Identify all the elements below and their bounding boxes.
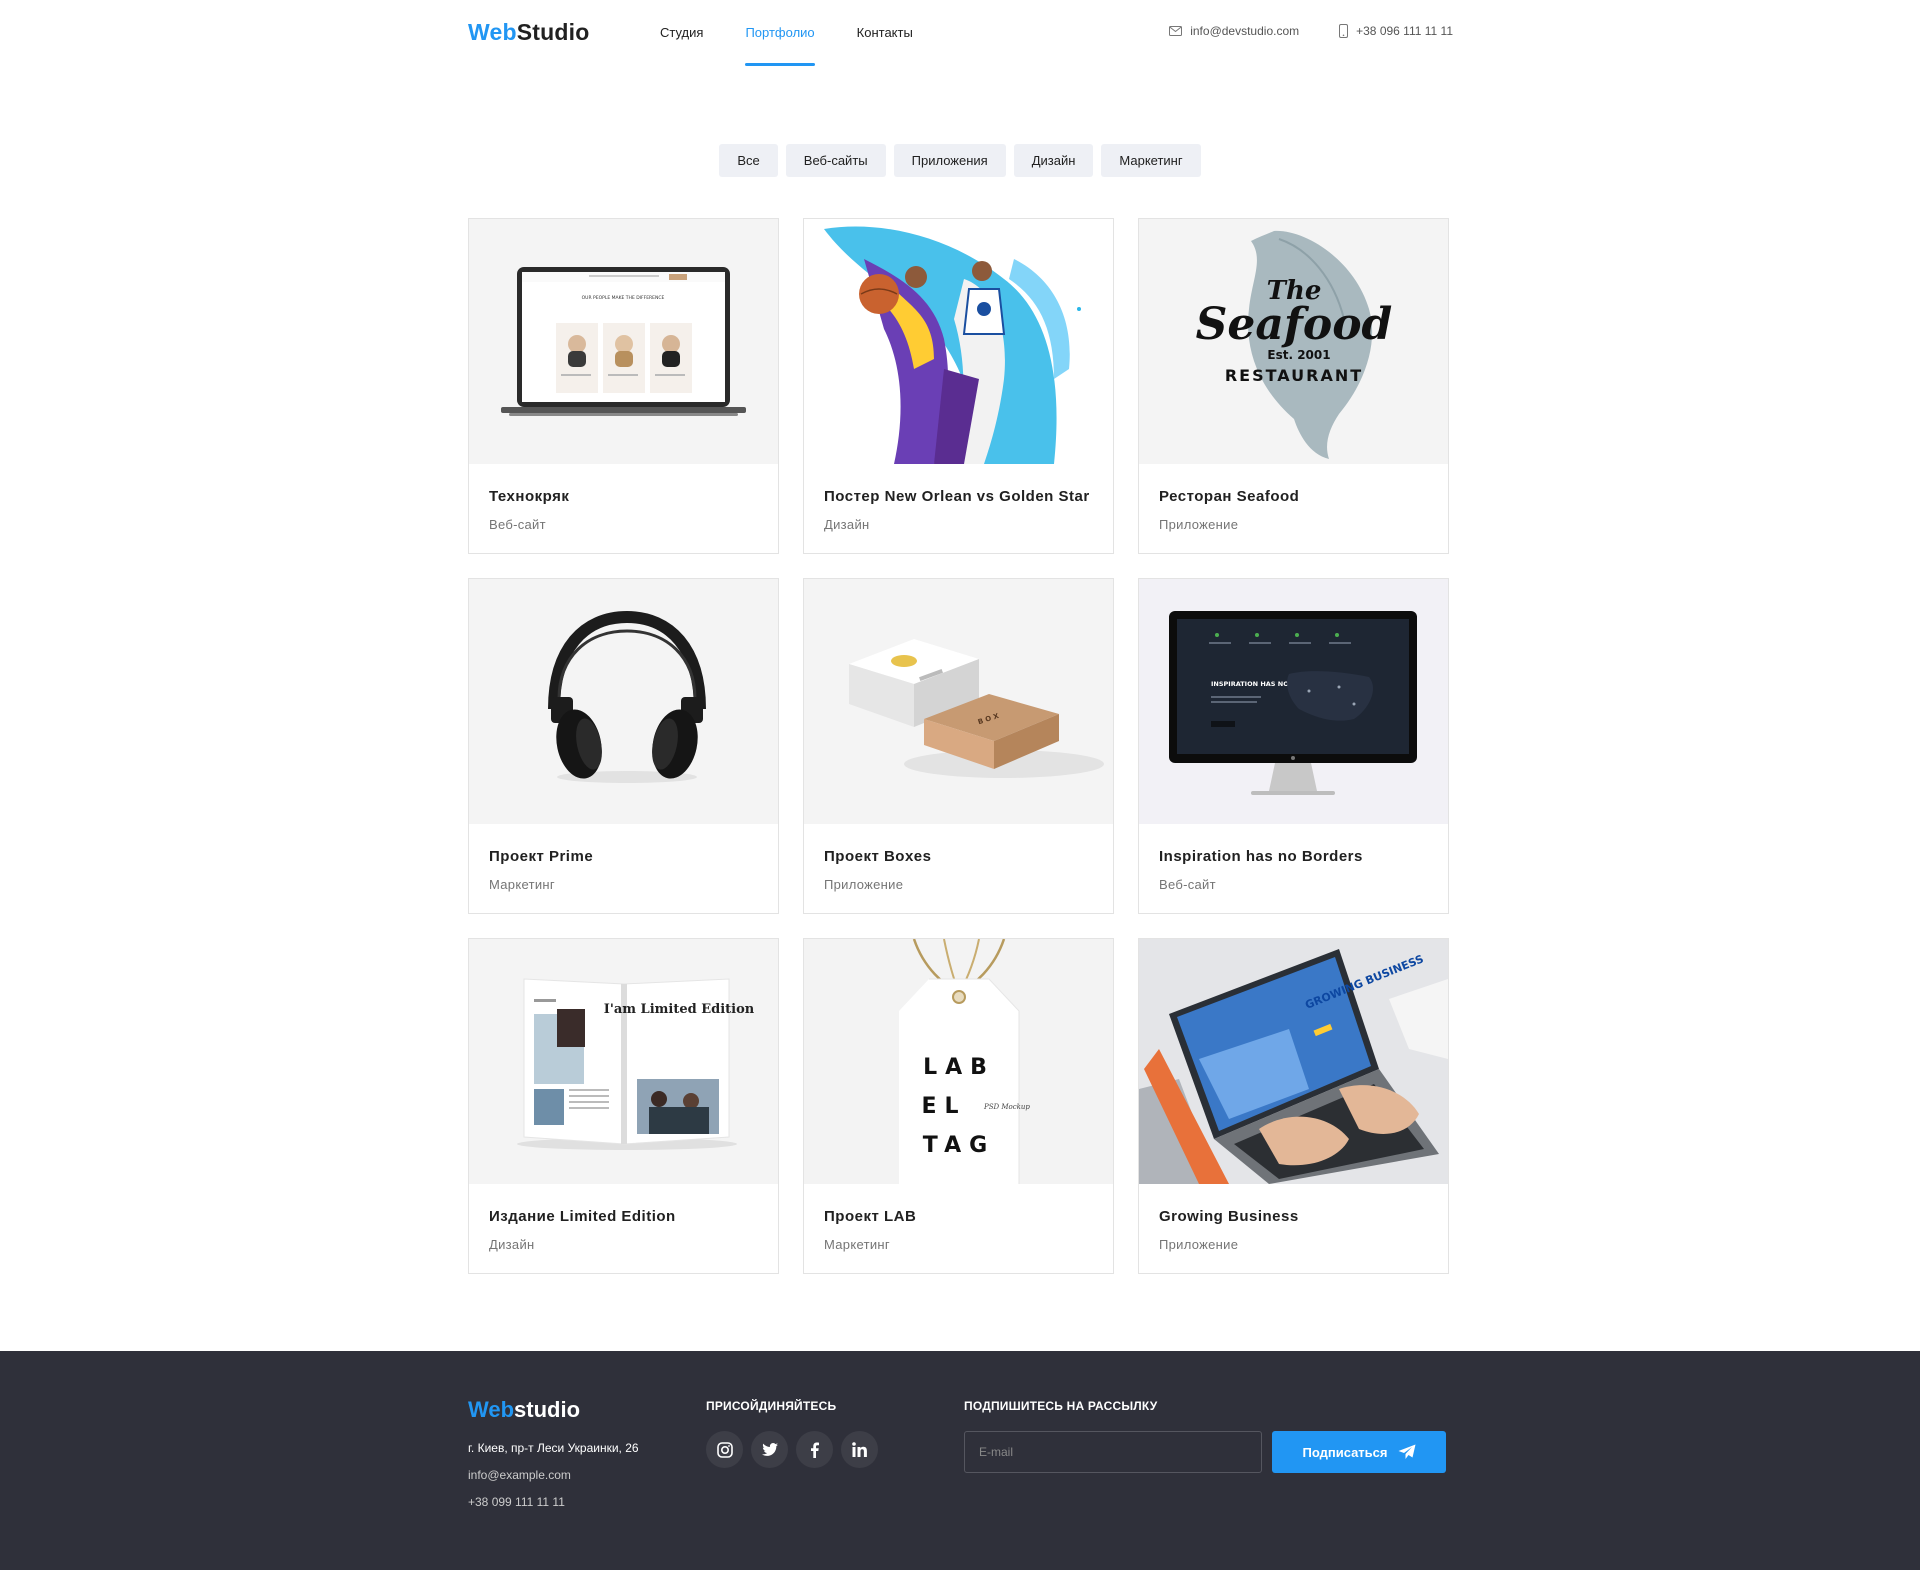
footer-logo-part-studio: studio — [514, 1397, 581, 1422]
project-category: Дизайн — [824, 517, 870, 532]
subscribe-form: Подписаться — [964, 1431, 1446, 1473]
subscribe-button-label: Подписаться — [1302, 1444, 1388, 1460]
project-image-label-tag: LAB EL TAG PSD Mockup — [804, 939, 1113, 1184]
site-header: WebStudio Студия Портфолио Контакты info… — [468, 0, 1453, 66]
header-contacts: info@devstudio.com +38 096 111 11 11 — [1129, 24, 1453, 38]
project-category: Веб-сайт — [1159, 877, 1216, 892]
footer-phone[interactable]: +38 099 111 11 11 — [468, 1495, 639, 1509]
svg-text:EL: EL — [921, 1094, 966, 1119]
header-email: info@devstudio.com — [1190, 24, 1300, 38]
project-category: Маркетинг — [824, 1237, 890, 1252]
svg-text:I'am Limited Edition: I'am Limited Edition — [604, 1002, 755, 1017]
project-category: Маркетинг — [489, 877, 555, 892]
project-title: Growing Business — [1159, 1208, 1299, 1225]
subscribe-button[interactable]: Подписаться — [1272, 1431, 1446, 1473]
footer-social: ПРИСОЙДИНЯЙТЕСЬ — [706, 1399, 886, 1468]
project-title: Inspiration has no Borders — [1159, 848, 1363, 865]
project-image-seafood: The Seafood Est. 2001 RESTAURANT — [1139, 219, 1448, 464]
envelope-icon — [1169, 26, 1183, 36]
header-email-link[interactable]: info@devstudio.com — [1169, 24, 1299, 38]
project-category: Приложение — [1159, 1237, 1239, 1252]
portfolio-card[interactable]: Проект Prime Маркетинг — [468, 578, 779, 914]
nav-item-portfolio[interactable]: Портфолио — [745, 0, 815, 66]
filter-marketing[interactable]: Маркетинг — [1101, 144, 1201, 177]
nav-item-studio[interactable]: Студия — [660, 0, 703, 66]
project-image-headphones — [469, 579, 778, 824]
header-phone: +38 096 111 11 11 — [1356, 24, 1453, 38]
svg-text:Seafood: Seafood — [1196, 299, 1393, 350]
facebook-link[interactable] — [796, 1431, 833, 1468]
footer-email[interactable]: info@example.com — [468, 1468, 639, 1482]
send-icon — [1398, 1444, 1415, 1459]
project-image-monitor: INSPIRATION HAS NO BORDERS — [1139, 579, 1448, 824]
project-image-magazine: I'am Limited Edition — [469, 939, 778, 1184]
footer-contacts: Webstudio г. Киев, пр-т Леси Украинки, 2… — [468, 1397, 639, 1509]
project-title: Ресторан Seafood — [1159, 488, 1300, 505]
social-links — [706, 1431, 886, 1468]
twitter-link[interactable] — [751, 1431, 788, 1468]
footer-logo-part-web: Web — [468, 1397, 515, 1422]
portfolio-card[interactable]: OUR PEOPLE MAKE THE DIFFERENCE Технокряк… — [468, 218, 779, 554]
svg-text:TAG: TAG — [923, 1133, 995, 1158]
project-category: Приложение — [1159, 517, 1239, 532]
filter-apps[interactable]: Приложения — [893, 144, 1006, 177]
project-title: Издание Limited Edition — [489, 1208, 676, 1225]
header-phone-link[interactable]: +38 096 111 11 11 — [1339, 24, 1453, 38]
filter-all[interactable]: Все — [719, 144, 778, 177]
footer-logo[interactable]: Webstudio — [468, 1397, 639, 1423]
footer-join-heading: ПРИСОЙДИНЯЙТЕСЬ — [706, 1399, 837, 1413]
project-image-boxes: B O X — [804, 579, 1113, 824]
portfolio-card[interactable]: B O X Проект Boxes Приложение — [803, 578, 1114, 914]
project-title: Постер New Orlean vs Golden Star — [824, 488, 1090, 505]
svg-text:RESTAURANT: RESTAURANT — [1225, 366, 1363, 385]
facebook-icon — [811, 1442, 819, 1458]
logo[interactable]: WebStudio — [468, 19, 589, 46]
instagram-icon — [716, 1441, 733, 1458]
project-image-poster — [804, 219, 1113, 464]
portfolio-card[interactable]: I'am Limited Edition Издание Limited Edi… — [468, 938, 779, 1274]
main-nav: Студия Портфолио Контакты — [660, 0, 955, 66]
svg-text:LAB: LAB — [923, 1055, 995, 1080]
twitter-icon — [761, 1442, 778, 1456]
site-footer: Webstudio г. Киев, пр-т Леси Украинки, 2… — [0, 1351, 1920, 1570]
nav-item-contacts[interactable]: Контакты — [857, 0, 913, 66]
footer-subscribe-heading: ПОДПИШИТЕСЬ НА РАССЫЛКУ — [964, 1399, 1158, 1413]
instagram-link[interactable] — [706, 1431, 743, 1468]
filter-websites[interactable]: Веб-сайты — [785, 144, 886, 177]
portfolio-filters: Все Веб-сайты Приложения Дизайн Маркетин… — [0, 144, 1920, 177]
footer-address: г. Киев, пр-т Леси Украинки, 26 — [468, 1441, 639, 1455]
logo-part-studio: Studio — [516, 19, 590, 45]
subscribe-email-input[interactable] — [964, 1431, 1262, 1473]
svg-text:OUR PEOPLE MAKE THE DIFFERENCE: OUR PEOPLE MAKE THE DIFFERENCE — [582, 295, 665, 301]
project-title: Проект LAB — [824, 1208, 917, 1225]
logo-part-web: Web — [468, 19, 517, 45]
project-image-laptop: OUR PEOPLE MAKE THE DIFFERENCE — [469, 219, 778, 464]
filter-design[interactable]: Дизайн — [1013, 144, 1094, 177]
project-title: Проект Boxes — [824, 848, 932, 865]
portfolio-card[interactable]: GROWING BUSINESS Growing Business Прилож… — [1138, 938, 1449, 1274]
footer-subscribe: ПОДПИШИТЕСЬ НА РАССЫЛКУ Подписаться — [964, 1399, 1446, 1473]
svg-text:PSD Mockup: PSD Mockup — [983, 1103, 1030, 1111]
project-title: Технокряк — [489, 488, 570, 505]
project-category: Дизайн — [489, 1237, 535, 1252]
svg-text:Est. 2001: Est. 2001 — [1267, 348, 1330, 362]
phone-icon — [1339, 24, 1349, 38]
portfolio-card[interactable]: Постер New Orlean vs Golden Star Дизайн — [803, 218, 1114, 554]
portfolio-card[interactable]: LAB EL TAG PSD Mockup Проект LAB Маркети… — [803, 938, 1114, 1274]
project-title: Проект Prime — [489, 848, 594, 865]
portfolio-card[interactable]: INSPIRATION HAS NO BORDERS Inspiration h… — [1138, 578, 1449, 914]
portfolio-card[interactable]: The Seafood Est. 2001 RESTAURANT Рестора… — [1138, 218, 1449, 554]
linkedin-icon — [852, 1442, 867, 1457]
portfolio-grid: OUR PEOPLE MAKE THE DIFFERENCE Технокряк… — [468, 218, 1449, 1274]
project-category: Приложение — [824, 877, 904, 892]
linkedin-link[interactable] — [841, 1431, 878, 1468]
project-category: Веб-сайт — [489, 517, 546, 532]
project-image-growing-business: GROWING BUSINESS — [1139, 939, 1448, 1184]
